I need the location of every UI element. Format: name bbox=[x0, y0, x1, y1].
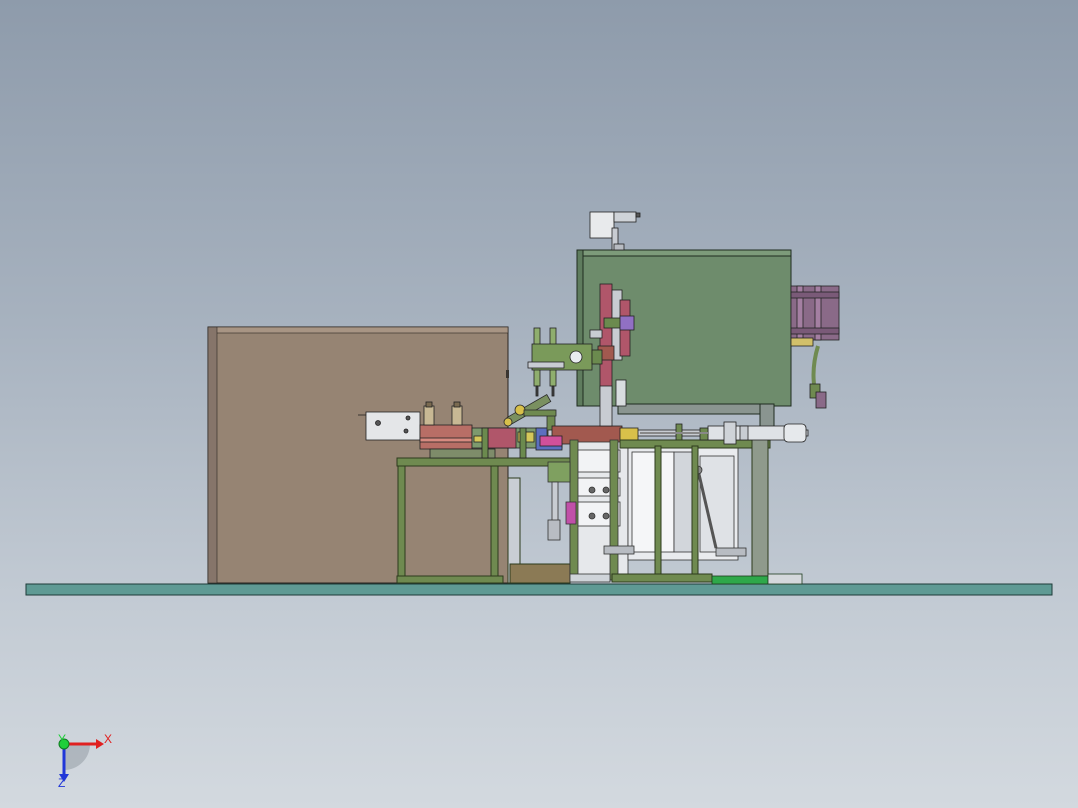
triad-background-arc bbox=[64, 744, 90, 770]
machine-assembly-model[interactable] bbox=[0, 0, 1078, 808]
base-plate bbox=[25, 583, 1053, 596]
x-axis-label: X bbox=[104, 732, 113, 746]
stepper-motor bbox=[790, 285, 840, 409]
cad-viewport[interactable]: X Y Z bbox=[0, 0, 1078, 808]
z-axis-label: Z bbox=[58, 776, 66, 790]
y-axis-label: Y bbox=[58, 732, 67, 746]
top-sensor bbox=[589, 211, 641, 251]
